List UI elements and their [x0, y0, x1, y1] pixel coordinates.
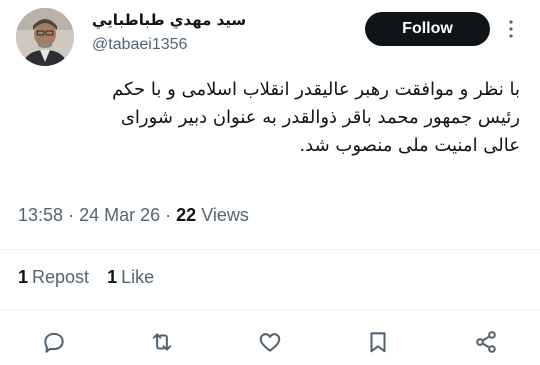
- share-icon: [476, 331, 496, 353]
- engagement-stats: 1 Repost 1 Like: [18, 267, 154, 288]
- meta-separator: ·: [68, 205, 75, 225]
- more-vertical-icon[interactable]: [504, 18, 518, 40]
- reposts-count: 1: [18, 267, 29, 287]
- heart-icon: [259, 333, 281, 352]
- avatar-photo: [16, 8, 74, 66]
- reposts-stat[interactable]: 1 Repost: [18, 267, 89, 288]
- reply-button[interactable]: [37, 325, 71, 359]
- divider: [0, 249, 540, 250]
- likes-label: Like: [121, 267, 155, 287]
- reposts-label: Repost: [32, 267, 90, 287]
- bookmark-button[interactable]: [361, 325, 395, 359]
- tweet-text: با نظر و موافقت رهبر عالیقدر انقلاب اسلا…: [112, 79, 520, 156]
- follow-button[interactable]: Follow: [365, 12, 490, 46]
- views-label: Views: [201, 205, 249, 225]
- like-button[interactable]: [253, 325, 287, 359]
- bookmark-icon: [370, 332, 386, 353]
- author-handle[interactable]: @tabaei1356: [92, 36, 187, 54]
- likes-stat[interactable]: 1 Like: [107, 267, 154, 288]
- likes-count: 1: [107, 267, 118, 287]
- views-count: 22: [176, 205, 197, 225]
- action-bar: [0, 325, 540, 359]
- meta-separator: ·: [165, 205, 172, 225]
- author-display-name[interactable]: سيد مهدي طباطبايي: [92, 11, 246, 29]
- reply-icon: [44, 332, 64, 353]
- repost-button[interactable]: [145, 325, 179, 359]
- divider: [0, 309, 540, 310]
- repost-icon: [152, 333, 172, 351]
- tweet-meta: 13:58 · 24 Mar 26 · 22 Views: [18, 205, 249, 226]
- share-button[interactable]: [469, 325, 503, 359]
- tweet-time[interactable]: 13:58: [18, 205, 63, 225]
- tweet-date[interactable]: 24 Mar 26: [79, 205, 160, 225]
- avatar[interactable]: [16, 8, 74, 66]
